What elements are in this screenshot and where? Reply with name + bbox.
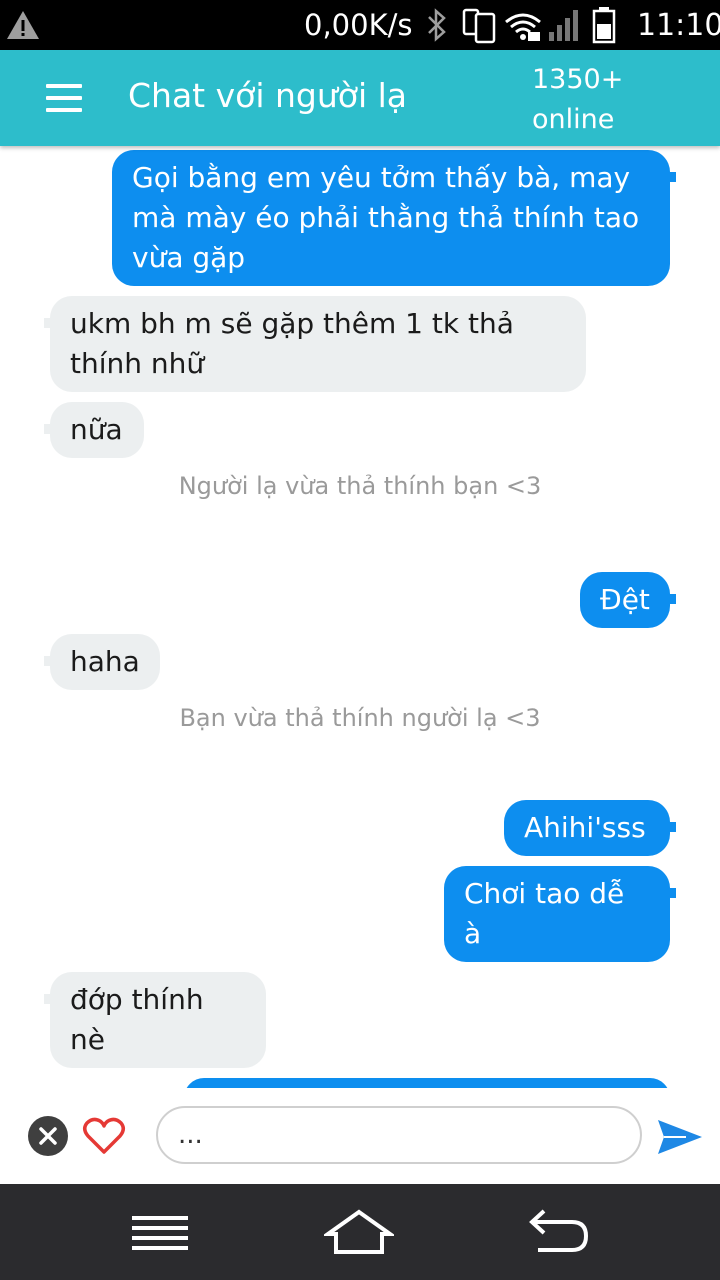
home-button[interactable] <box>321 1208 397 1258</box>
phone-icon <box>462 8 496 44</box>
message-outgoing: Gọi bằng em yêu tởm thấy bà, may mà mày … <box>112 150 676 286</box>
send-button[interactable] <box>656 1118 704 1156</box>
menu-button[interactable] <box>46 84 82 112</box>
message-incoming: đớp thính nè <box>44 972 266 1068</box>
online-label: online <box>532 104 615 135</box>
warning-icon <box>7 11 39 39</box>
app-bar: Chat với người lạ 1350+ online <box>0 50 720 146</box>
system-notice: Bạn vừa thả thính người lạ <3 <box>179 704 541 732</box>
network-speed: 0,00K/s <box>304 8 413 42</box>
message-outgoing-partial <box>184 1078 670 1088</box>
heart-icon <box>83 1117 125 1154</box>
message-input[interactable] <box>156 1106 642 1164</box>
message-incoming: ukm bh m sẽ gặp thêm 1 tk thả thính nhữ <box>44 296 586 392</box>
wifi-icon <box>505 13 541 41</box>
hamburger-line <box>46 96 82 100</box>
heart-button[interactable] <box>82 1116 126 1156</box>
message-incoming: haha <box>44 634 160 690</box>
message-outgoing: Chơi tao dễ à <box>444 866 676 962</box>
signal-icon <box>549 10 578 41</box>
hamburger-line <box>46 108 82 112</box>
status-bar: 0,00K/s 11:10 <box>0 0 720 50</box>
menu-nav-button[interactable] <box>126 1208 196 1258</box>
navigation-bar <box>0 1184 720 1280</box>
message-incoming: nữa <box>44 402 144 458</box>
system-notice: Người lạ vừa thả thính bạn <3 <box>178 472 542 500</box>
clock: 11:10 <box>637 8 720 43</box>
message-outgoing: Ahihi'sss <box>504 800 676 856</box>
close-icon <box>39 1127 57 1145</box>
send-icon <box>658 1120 702 1154</box>
menu-lines-icon <box>132 1216 188 1250</box>
back-button[interactable] <box>524 1208 594 1258</box>
message-outgoing: Đệt <box>580 572 676 628</box>
battery-icon <box>592 7 616 44</box>
bluetooth-icon <box>428 8 446 42</box>
online-counter: 1350+ online <box>532 60 623 140</box>
home-icon <box>321 1209 397 1254</box>
back-arrow-icon <box>529 1209 589 1252</box>
close-button[interactable] <box>28 1116 68 1156</box>
composer-bar <box>0 1088 720 1184</box>
hamburger-icon <box>46 84 82 88</box>
chat-area[interactable]: Gọi bằng em yêu tởm thấy bà, may mà mày … <box>0 146 720 1088</box>
page-title: Chat với người lạ <box>128 76 408 115</box>
online-count: 1350+ <box>532 64 624 95</box>
